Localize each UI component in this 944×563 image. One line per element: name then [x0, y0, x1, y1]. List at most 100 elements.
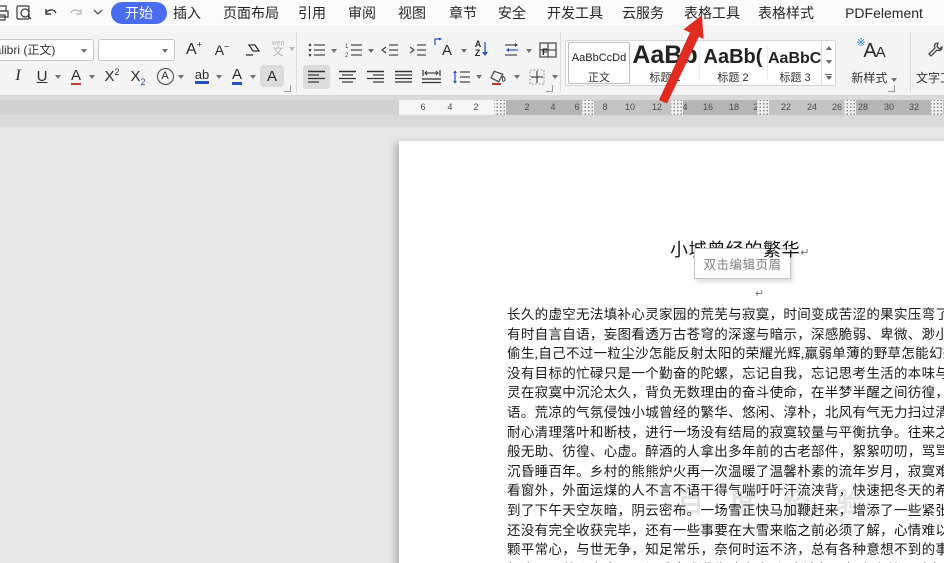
document-area: 小城曾经的繁华↵ 双击编辑页眉 ↵ 百度经验 jingyan.baidu.com… [0, 127, 944, 563]
ruler-tick-label: 12 [651, 102, 663, 112]
ruler-tick-label: 2 [524, 102, 530, 112]
decrease-font-size-button[interactable]: A− [210, 39, 234, 61]
tab-table-tools[interactable]: 表格工具 [684, 0, 740, 26]
text-tool-icon[interactable] [922, 37, 944, 63]
body-text-line: 有时自言自语，妄图看透万古苍穹的深邃与暗示，深感脆弱、卑微、渺小，命 [507, 326, 944, 342]
phonetic-guide-icon[interactable]: wén 文 [268, 37, 288, 61]
body-text-line: 沉昏睡百年。乡村的熊熊炉火再一次温暖了温馨朴素的流年岁月，寂寞难耐的 [507, 463, 944, 479]
decrease-indent-button[interactable] [378, 39, 402, 61]
increase-indent-button[interactable] [406, 39, 430, 61]
style-gallery: AaBbCcDd 正文 AaBb 标题 1 AaBb( 标题 2 AaBbC( … [565, 40, 836, 86]
ruler-tick-label: 22 [780, 102, 792, 112]
italic-button[interactable]: I [8, 65, 28, 87]
align-left-button[interactable] [303, 65, 330, 89]
superscript-button[interactable]: X2 [100, 65, 124, 87]
table-column-marker[interactable] [844, 100, 856, 115]
ruler-tick-label: 4 [550, 102, 556, 112]
style-item-normal[interactable]: AaBbCcDd 正文 [568, 42, 630, 84]
horizontal-ruler[interactable]: 6 4 2 2 4 6 8 10 12 4 16 18 2 22 24 26 28 30 32 [0, 100, 944, 115]
numbering-button[interactable]: 12 [342, 39, 366, 61]
tab-section[interactable]: 章节 [449, 0, 477, 26]
sort-button[interactable]: AZ [470, 37, 494, 61]
new-style-button[interactable]: 新样式 [842, 69, 906, 86]
table-column-marker[interactable] [671, 100, 683, 115]
ruler-zone: 6 4 2 2 4 6 8 10 12 4 16 18 2 22 24 26 28 30 32 [0, 96, 944, 127]
body-text-line: 语。荒凉的气氛侵蚀小城曾经的繁华、悠闲、淳朴，北风有气无力扫过清冷的 [507, 404, 944, 420]
watermark: 百度经验 jingyan.baidu.com [677, 488, 889, 537]
ruler-tick-label: 26 [831, 102, 843, 112]
style-gallery-scroll-down[interactable] [822, 55, 835, 69]
table-column-marker[interactable] [931, 100, 943, 115]
menu-bar: 开始 插入 页面布局 引用 审阅 视图 章节 安全 开发工具 云服务 表格工具 … [0, 0, 944, 26]
ruler-tick-label: 4 [682, 102, 688, 112]
style-gallery-expand[interactable] [822, 70, 835, 84]
tab-page-layout[interactable]: 页面布局 [223, 0, 279, 26]
undo-icon[interactable] [42, 4, 60, 22]
tab-security[interactable]: 安全 [498, 0, 526, 26]
style-item-heading3[interactable]: AaBbC( 标题 3 [768, 42, 822, 84]
new-style-icon[interactable]: AA ※ [846, 37, 902, 65]
body-text-line: 灵在寂寞中沉沦太久，背负无数理由的奋斗使命，在半梦半醒之间彷徨，在黑 [507, 385, 944, 401]
ruler-tick-label: 32 [908, 102, 920, 112]
style-gallery-scroll-up[interactable] [822, 41, 835, 55]
body-text-line: 颗平常心，与世无争，知足常乐，奈何时运不济，总有各种意想不到的事让人 [507, 542, 944, 558]
redo-icon[interactable] [67, 4, 85, 22]
more-commands-icon[interactable] [92, 8, 110, 26]
ruler-tick-label: 16 [702, 102, 714, 112]
clear-format-icon[interactable] [240, 39, 264, 61]
table-column-marker[interactable] [757, 100, 769, 115]
highlight-color-button[interactable]: ab [190, 65, 214, 87]
tab-home[interactable]: 开始 [111, 2, 167, 24]
printer-icon[interactable] [0, 4, 10, 22]
tab-pdfelement[interactable]: PDFelement [845, 0, 923, 26]
underline-button[interactable]: U [32, 65, 52, 87]
ruler-tick-label: 28 [857, 102, 869, 112]
svg-text:1: 1 [345, 44, 349, 50]
style-item-heading2[interactable]: AaBb( 标题 2 [700, 42, 766, 84]
tab-table-style[interactable]: 表格样式 [758, 0, 814, 26]
subscript-button[interactable]: X2 [126, 65, 150, 87]
body-text-line: 偷生,自己不过一粒尘沙怎能反射太阳的荣耀光辉,羸弱单薄的野草怎能幻想驱 [507, 346, 944, 362]
ruler-tick-label: 10 [624, 102, 636, 112]
bullets-button[interactable] [305, 39, 329, 61]
ruler-tick-label: 6 [420, 102, 426, 112]
ruler-tick-label: 8 [602, 102, 608, 112]
tab-dev-tools[interactable]: 开发工具 [547, 0, 603, 26]
shading-button[interactable] [486, 65, 512, 89]
document-page[interactable]: 小城曾经的繁华↵ 双击编辑页眉 ↵ 百度经验 jingyan.baidu.com… [399, 141, 944, 563]
line-spacing-button[interactable] [448, 65, 474, 89]
align-center-button[interactable] [334, 65, 361, 89]
distribute-button[interactable] [418, 65, 445, 89]
justify-button[interactable] [390, 65, 417, 89]
print-preview-icon[interactable] [15, 4, 33, 22]
table-column-marker[interactable] [582, 100, 594, 115]
paragraph-group-dialog-launcher[interactable] [546, 85, 553, 92]
tab-view[interactable]: 视图 [398, 0, 426, 26]
align-right-button[interactable] [362, 65, 389, 89]
tab-review[interactable]: 审阅 [348, 0, 376, 26]
tab-insert[interactable]: 插入 [173, 0, 201, 26]
font-size-combobox[interactable] [98, 39, 175, 61]
font-name-combobox[interactable]: Calibri (正文) [0, 39, 94, 61]
text-tool-button[interactable]: 文字工 [916, 69, 944, 86]
body-text-line: 长久的虚空无法填补心灵家园的荒芜与寂寞，时间变成苦涩的果实压弯了梦想 [507, 307, 944, 322]
character-shading-button[interactable]: A [260, 65, 284, 87]
enclosed-character-button[interactable]: A [154, 65, 176, 87]
paragraph-settings-button[interactable] [500, 39, 524, 61]
table-column-marker[interactable] [494, 100, 506, 115]
tab-cloud-service[interactable]: 云服务 [622, 0, 664, 26]
ribbon-toolbar: Calibri (正文) A+ A− wén文 I U A X2 X2 A ab… [0, 26, 944, 96]
font-group-dialog-launcher[interactable] [284, 85, 291, 92]
svg-text:2: 2 [345, 53, 349, 57]
style-item-heading1[interactable]: AaBb 标题 1 [632, 42, 698, 84]
style-group-dialog-launcher[interactable] [888, 85, 895, 92]
strikethrough-button[interactable]: A [66, 65, 86, 87]
increase-font-size-button[interactable]: A+ [182, 39, 206, 61]
tab-references[interactable]: 引用 [298, 0, 326, 26]
wps-writer-window: 开始 插入 页面布局 引用 审阅 视图 章节 安全 开发工具 云服务 表格工具 … [0, 0, 944, 563]
ruler-tick-label: 24 [806, 102, 818, 112]
ruler-tick-label: 18 [728, 102, 740, 112]
font-color-button[interactable]: A [226, 65, 248, 87]
text-direction-button[interactable]: A [434, 37, 460, 61]
paragraph-layout-button[interactable]: F [536, 39, 560, 61]
